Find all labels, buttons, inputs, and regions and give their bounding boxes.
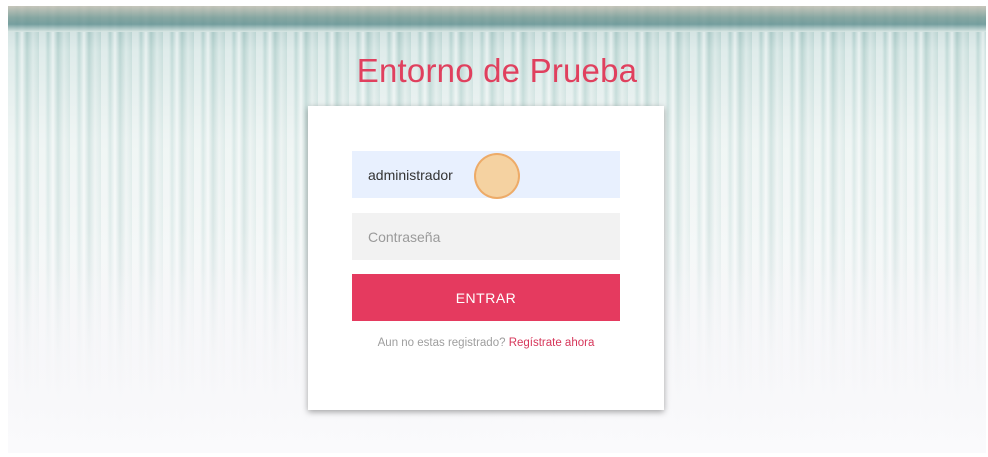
submit-button[interactable]: ENTRAR [352,274,620,321]
register-prompt-text: Aun no estas registrado? [377,337,506,349]
password-field[interactable] [352,213,620,260]
register-link[interactable]: Regístrate ahora [509,337,595,349]
register-prompt: Aun no estas registrado? Regístrate ahor… [308,337,664,349]
river-top [8,6,986,32]
waterfall-background: Entorno de Prueba ENTRAR Aun no estas re… [8,6,986,453]
page-title: Entorno de Prueba [356,52,638,89]
username-field[interactable] [352,151,620,198]
login-card: ENTRAR Aun no estas registrado? Regístra… [308,106,664,410]
